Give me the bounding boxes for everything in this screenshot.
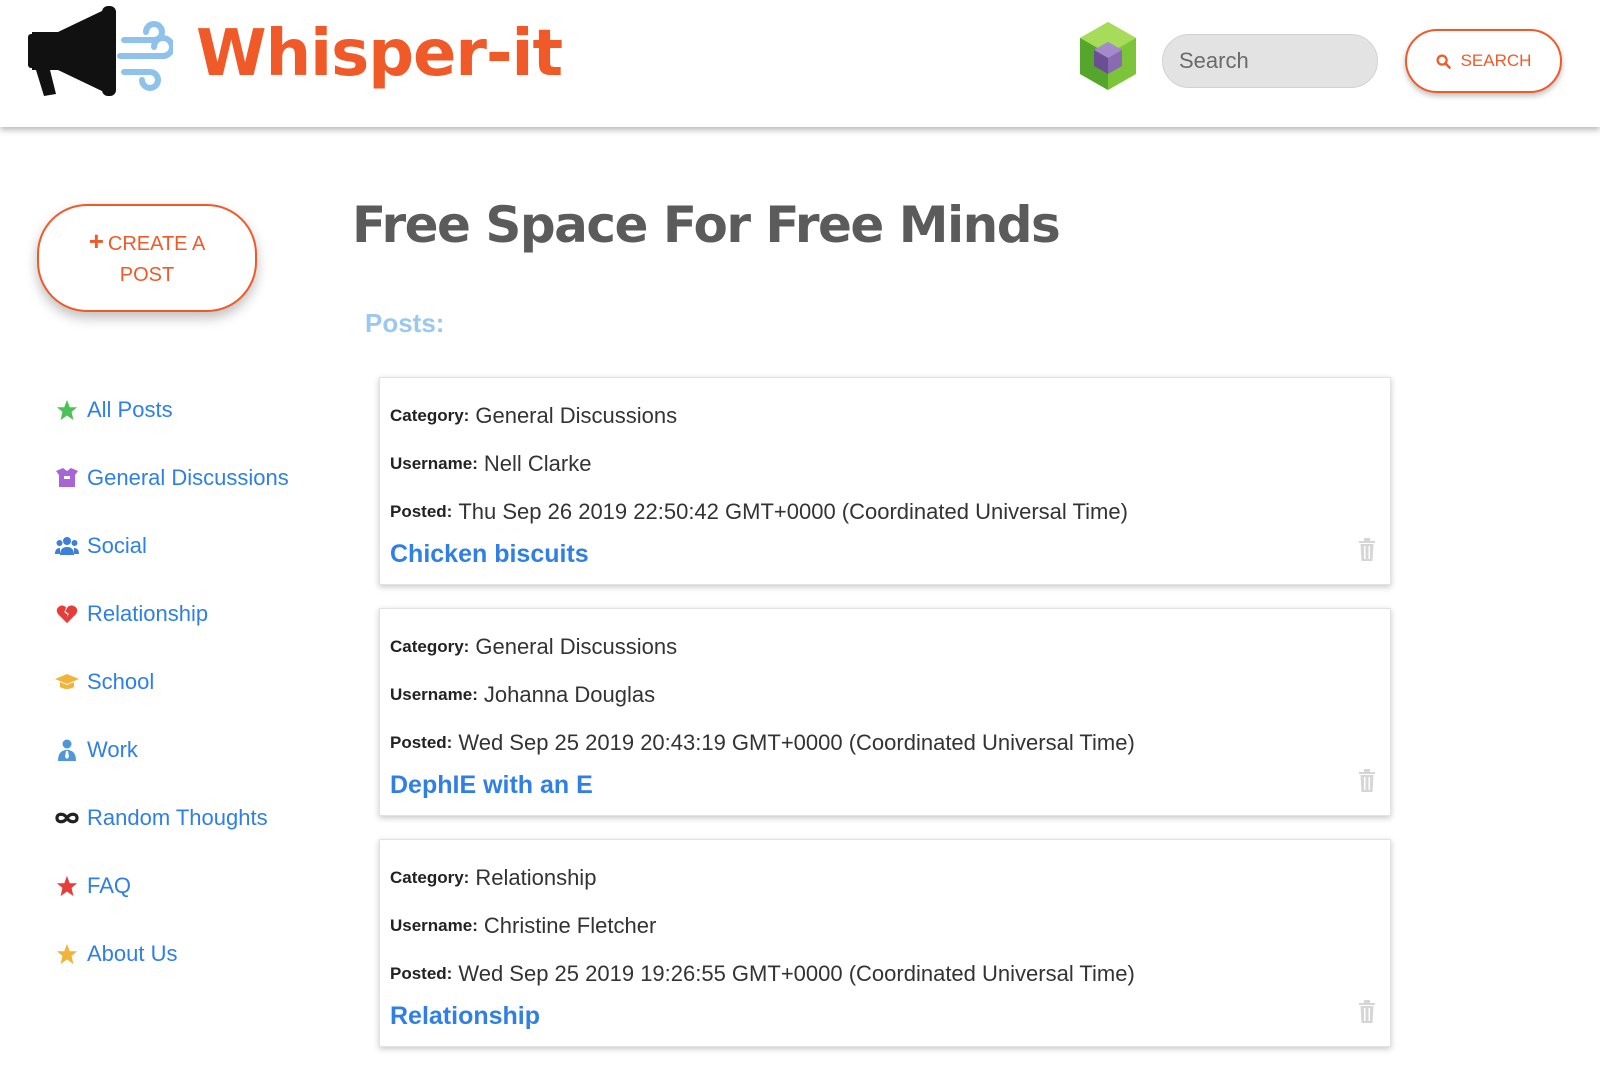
- post-card: Category: Relationship Username: Christine…: [379, 839, 1391, 1047]
- search-button[interactable]: SEARCH: [1405, 29, 1562, 93]
- sidebar-item-about-us[interactable]: About Us: [55, 920, 305, 988]
- star-icon: [55, 942, 79, 966]
- post-date: Wed Sep 25 2019 19:26:55 GMT+0000 (Coord…: [458, 961, 1135, 986]
- page-title: Free Space For Free Minds: [352, 196, 1061, 254]
- sidebar-item-label: About Us: [87, 941, 178, 966]
- post-card: Category: General Discussions Username: Ne…: [379, 377, 1391, 585]
- heart-broken-icon: [55, 602, 79, 626]
- sidebar-item-label: Social: [87, 533, 147, 558]
- sidebar-item-label: General Discussions: [87, 465, 289, 490]
- post-category: Relationship: [475, 865, 597, 890]
- post-date: Thu Sep 26 2019 22:50:42 GMT+0000 (Coord…: [458, 499, 1128, 524]
- users-icon: [55, 534, 79, 558]
- sidebar-item-work[interactable]: Work: [55, 716, 305, 784]
- brand-name[interactable]: Whisper-it: [196, 14, 563, 94]
- graduation-cap-icon: [55, 670, 79, 694]
- sidebar-item-label: Random Thoughts: [87, 805, 268, 830]
- category-nav: All Posts General Discussions Social Rel…: [55, 376, 305, 988]
- posts-heading: Posts:: [365, 308, 445, 338]
- post-username: Christine Fletcher: [483, 913, 657, 938]
- category-label: Category:: [390, 406, 470, 425]
- sidebar-item-school[interactable]: School: [55, 648, 305, 716]
- category-label: Category:: [390, 868, 470, 887]
- sidebar-item-label: Work: [87, 737, 138, 762]
- username-label: Username:: [390, 916, 478, 935]
- posted-label: Posted:: [390, 733, 453, 752]
- post-username: Nell Clarke: [483, 451, 592, 476]
- megaphone-wind-icon[interactable]: [28, 2, 173, 102]
- post-list: Category: General Discussions Username: Ne…: [379, 377, 1391, 1066]
- sidebar-item-all-posts[interactable]: All Posts: [55, 376, 305, 444]
- sidebar-item-label: FAQ: [87, 873, 132, 898]
- search-input[interactable]: [1162, 34, 1378, 88]
- green-cube-icon: [1080, 22, 1136, 90]
- trash-icon[interactable]: [1358, 1000, 1376, 1024]
- trash-icon[interactable]: [1358, 769, 1376, 793]
- box-icon: [55, 466, 79, 490]
- sidebar-item-faq[interactable]: FAQ: [55, 852, 305, 920]
- post-title-link[interactable]: Relationship: [390, 1002, 540, 1031]
- post-category: General Discussions: [475, 634, 678, 659]
- star-icon: [55, 874, 79, 898]
- create-post-label: CREATE A POST: [107, 232, 206, 286]
- star-icon: [55, 398, 79, 422]
- user-tie-icon: [55, 738, 79, 762]
- username-label: Username:: [390, 454, 478, 473]
- sidebar-item-label: Relationship: [87, 601, 209, 626]
- trash-icon[interactable]: [1358, 538, 1376, 562]
- sidebar-item-social[interactable]: Social: [55, 512, 305, 580]
- post-title-link[interactable]: Chicken biscuits: [390, 540, 589, 569]
- posted-label: Posted:: [390, 964, 453, 983]
- top-header: Whisper-it SEARCH: [0, 0, 1600, 127]
- sidebar-item-label: All Posts: [87, 397, 173, 422]
- post-username: Johanna Douglas: [483, 682, 656, 707]
- sidebar-item-label: School: [87, 669, 155, 694]
- post-category: General Discussions: [475, 403, 678, 428]
- posted-label: Posted:: [390, 502, 453, 521]
- infinity-icon: [55, 806, 79, 830]
- sidebar-item-relationship[interactable]: Relationship: [55, 580, 305, 648]
- search-button-label: SEARCH: [1460, 51, 1532, 70]
- post-title-link[interactable]: DephIE with an E: [390, 771, 593, 800]
- create-post-button[interactable]: + CREATE A POST: [37, 204, 257, 312]
- post-card: Category: General Discussions Username: Jo…: [379, 608, 1391, 816]
- plus-icon: +: [88, 225, 104, 256]
- category-label: Category:: [390, 637, 470, 656]
- sidebar-item-general-discussions[interactable]: General Discussions: [55, 444, 305, 512]
- search-icon: [1436, 53, 1451, 69]
- sidebar-item-random-thoughts[interactable]: Random Thoughts: [55, 784, 305, 852]
- post-date: Wed Sep 25 2019 20:43:19 GMT+0000 (Coord…: [458, 730, 1135, 755]
- username-label: Username:: [390, 685, 478, 704]
